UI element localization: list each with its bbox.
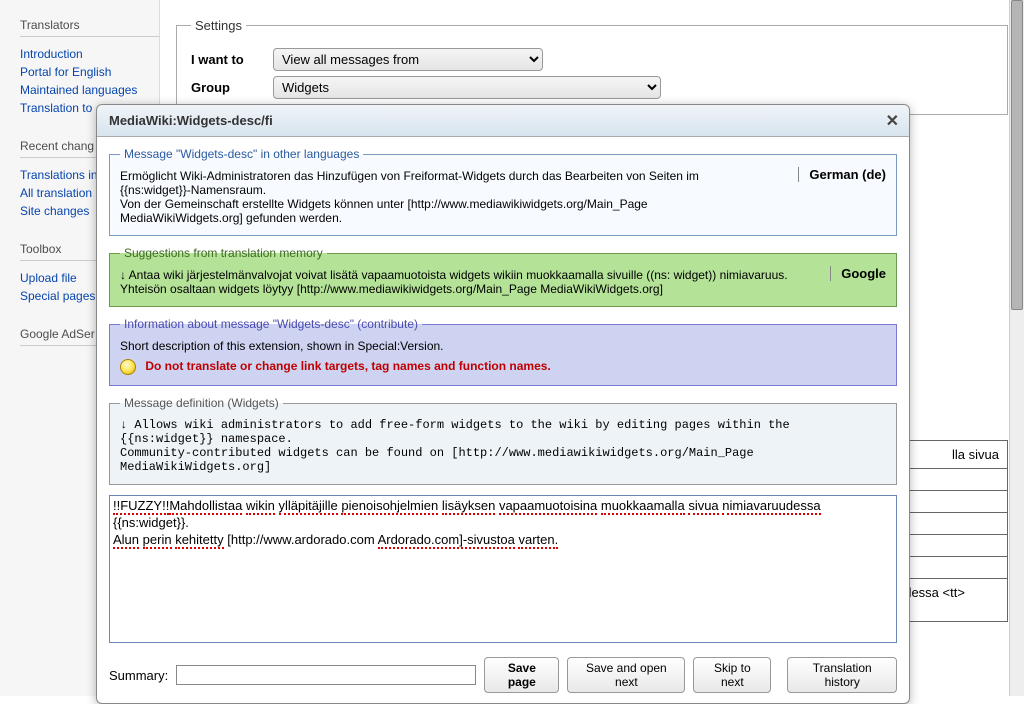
info-warning: Do not translate or change link targets,… [145, 359, 550, 373]
settings-legend: Settings [191, 18, 246, 33]
save-next-button[interactable]: Save and open next [567, 657, 685, 693]
scrollbar-thumb[interactable] [1011, 0, 1023, 310]
settings-fieldset: Settings I want to View all messages fro… [176, 18, 1008, 115]
dialog-title-text: MediaWiki:Widgets-desc/fi [109, 113, 273, 128]
close-icon[interactable]: ✕ [886, 111, 899, 131]
sidebar-heading-translators: Translators [20, 18, 159, 37]
other-languages-box: Message "Widgets-desc" in other language… [109, 147, 897, 236]
sidebar-item-maintained[interactable]: Maintained languages [20, 81, 159, 99]
otherlang-line2: Von der Gemeinschaft erstellte Widgets k… [120, 197, 766, 225]
info-legend: Information about message "Widgets-desc"… [120, 317, 422, 331]
suggestions-box: Suggestions from translation memory Goog… [109, 246, 897, 307]
sidebar-item-portal[interactable]: Portal for English [20, 63, 159, 81]
suggestion-line2: Yhteisön osaltaan widgets löytyy [http:/… [120, 282, 806, 296]
history-button[interactable]: Translation history [787, 657, 897, 693]
select-group[interactable]: Widgets [273, 76, 661, 99]
translation-textarea[interactable]: !!FUZZY!!Mahdollistaa wikin ylläpitäjill… [109, 495, 897, 643]
lightbulb-icon [120, 359, 136, 375]
summary-label: Summary: [109, 668, 168, 683]
language-badge-german[interactable]: German (de) [798, 167, 886, 182]
definition-box: Message definition (Widgets) ↓ Allows wi… [109, 396, 897, 485]
info-text: Short description of this extension, sho… [120, 339, 886, 353]
otherlang-line1: Ermöglicht Wiki-Administratoren das Hinz… [120, 169, 766, 197]
label-group: Group [191, 80, 273, 95]
translation-dialog: MediaWiki:Widgets-desc/fi ✕ Message "Wid… [96, 104, 910, 704]
suggestion-source-google[interactable]: Google [830, 266, 886, 281]
skip-button[interactable]: Skip to next [693, 657, 771, 693]
label-iwantto: I want to [191, 52, 273, 67]
select-iwantto[interactable]: View all messages from [273, 48, 543, 71]
definition-legend: Message definition (Widgets) [120, 396, 283, 410]
dialog-titlebar[interactable]: MediaWiki:Widgets-desc/fi ✕ [97, 105, 909, 137]
other-languages-legend: Message "Widgets-desc" in other language… [120, 147, 363, 161]
suggestions-legend: Suggestions from translation memory [120, 246, 327, 260]
info-box: Information about message "Widgets-desc"… [109, 317, 897, 386]
definition-text[interactable]: ↓ Allows wiki administrators to add free… [120, 418, 886, 474]
save-button[interactable]: Save page [484, 657, 559, 693]
suggestion-line1[interactable]: ↓ Antaa wiki järjestelmänvalvojat voivat… [120, 268, 806, 282]
sidebar-item-introduction[interactable]: Introduction [20, 45, 159, 63]
page-scrollbar[interactable] [1009, 0, 1024, 696]
summary-input[interactable] [176, 665, 476, 685]
